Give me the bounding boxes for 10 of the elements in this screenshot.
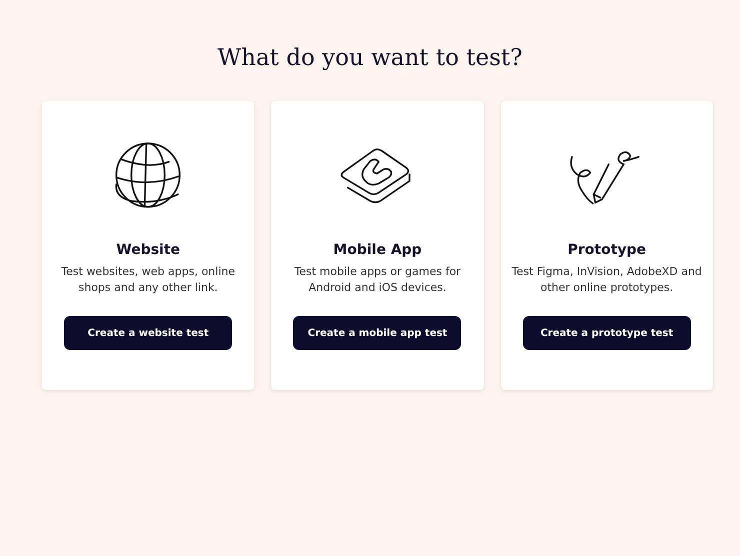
create-test-button[interactable]: Create a mobile app test bbox=[293, 316, 462, 350]
card-title: Mobile App bbox=[333, 242, 422, 258]
card-title: Prototype bbox=[568, 242, 646, 258]
card-description: Test mobile apps or games for Android and iOS devices. bbox=[293, 264, 462, 296]
card-title: Website bbox=[116, 242, 180, 258]
card-description: Test websites, web apps, online shops and any other link. bbox=[60, 264, 236, 296]
card-description: Test Figma, InVision, AdobeXD and other online prototypes. bbox=[510, 264, 703, 296]
create-test-button[interactable]: Create a website test bbox=[64, 316, 232, 350]
create-test-button[interactable]: Create a prototype test bbox=[522, 316, 691, 350]
page-heading: What do you want to test? bbox=[216, 44, 524, 73]
